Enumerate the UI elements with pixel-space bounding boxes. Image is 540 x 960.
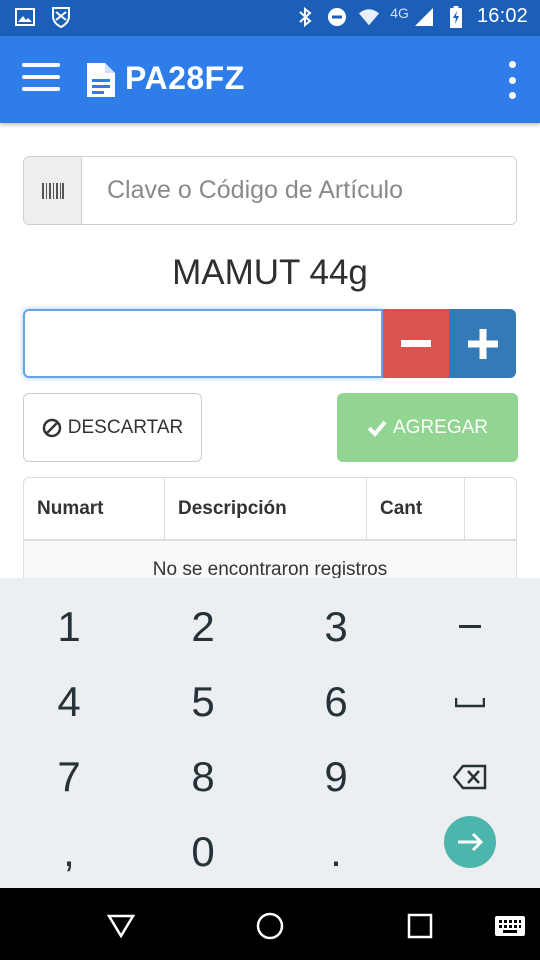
add-button[interactable]: AGREGAR bbox=[337, 393, 518, 462]
key-0[interactable]: 0 bbox=[136, 815, 270, 889]
table-header: Numart Descripción Cant bbox=[24, 478, 516, 541]
ban-icon bbox=[42, 418, 62, 437]
key-5[interactable]: 5 bbox=[136, 665, 270, 739]
column-header-actions bbox=[465, 478, 516, 539]
enter-arrow-icon bbox=[444, 816, 496, 868]
battery-charging-icon bbox=[445, 5, 467, 28]
plus-icon bbox=[467, 328, 498, 359]
network-type-label: 4G bbox=[390, 4, 409, 21]
barcode-icon[interactable] bbox=[24, 157, 82, 224]
increment-button[interactable] bbox=[449, 309, 516, 378]
key-backspace[interactable] bbox=[403, 740, 537, 814]
add-button-label: AGREGAR bbox=[392, 416, 489, 438]
article-search bbox=[23, 156, 517, 225]
article-search-input[interactable] bbox=[82, 157, 516, 224]
more-vertical-icon[interactable] bbox=[504, 61, 520, 99]
back-triangle-icon[interactable] bbox=[101, 906, 141, 946]
bluetooth-icon bbox=[294, 6, 316, 28]
decrement-button[interactable] bbox=[383, 309, 449, 378]
key-space[interactable] bbox=[403, 665, 537, 739]
key-4[interactable]: 4 bbox=[2, 665, 136, 739]
system-nav-bar bbox=[0, 888, 540, 960]
status-bar: 4G 16:02 bbox=[0, 0, 540, 36]
backspace-icon bbox=[453, 764, 487, 790]
app-bar: PA28FZ bbox=[0, 36, 540, 123]
discard-button[interactable]: DESCARTAR bbox=[23, 393, 202, 462]
key-9[interactable]: 9 bbox=[269, 740, 403, 814]
recents-square-icon[interactable] bbox=[400, 906, 440, 946]
minus-icon bbox=[401, 339, 431, 347]
space-icon bbox=[455, 698, 485, 708]
key-comma[interactable]: , bbox=[2, 815, 136, 889]
key-2[interactable]: 2 bbox=[136, 590, 270, 664]
column-header-cant[interactable]: Cant bbox=[367, 478, 465, 539]
home-circle-icon[interactable] bbox=[250, 906, 290, 946]
signal-icon bbox=[413, 6, 435, 28]
key-minus[interactable] bbox=[403, 590, 537, 664]
wifi-icon bbox=[358, 6, 380, 28]
shield-icon bbox=[50, 6, 72, 28]
quantity-stepper bbox=[23, 309, 516, 378]
document-icon bbox=[85, 62, 117, 103]
keyboard-switch-icon[interactable] bbox=[490, 906, 530, 946]
clock: 16:02 bbox=[476, 5, 528, 27]
product-name: MAMUT 44g bbox=[172, 253, 368, 292]
image-icon bbox=[14, 6, 36, 28]
quantity-input[interactable] bbox=[23, 309, 383, 378]
do-not-disturb-icon bbox=[326, 6, 348, 28]
key-enter[interactable] bbox=[403, 805, 537, 879]
key-period[interactable]: . bbox=[269, 815, 403, 889]
key-7[interactable]: 7 bbox=[2, 740, 136, 814]
discard-button-label: DESCARTAR bbox=[67, 416, 184, 438]
key-6[interactable]: 6 bbox=[269, 665, 403, 739]
key-8[interactable]: 8 bbox=[136, 740, 270, 814]
minus-key-icon bbox=[459, 625, 481, 628]
hamburger-menu-icon[interactable] bbox=[22, 63, 60, 97]
numeric-keyboard: 1 2 3 4 5 6 7 8 9 , 0 . bbox=[0, 578, 540, 888]
key-3[interactable]: 3 bbox=[269, 590, 403, 664]
column-header-descripcion[interactable]: Descripción bbox=[165, 478, 367, 539]
column-header-numart[interactable]: Numart bbox=[24, 478, 165, 539]
key-1[interactable]: 1 bbox=[2, 590, 136, 664]
check-icon bbox=[367, 420, 387, 437]
app-title: PA28FZ bbox=[125, 60, 245, 96]
